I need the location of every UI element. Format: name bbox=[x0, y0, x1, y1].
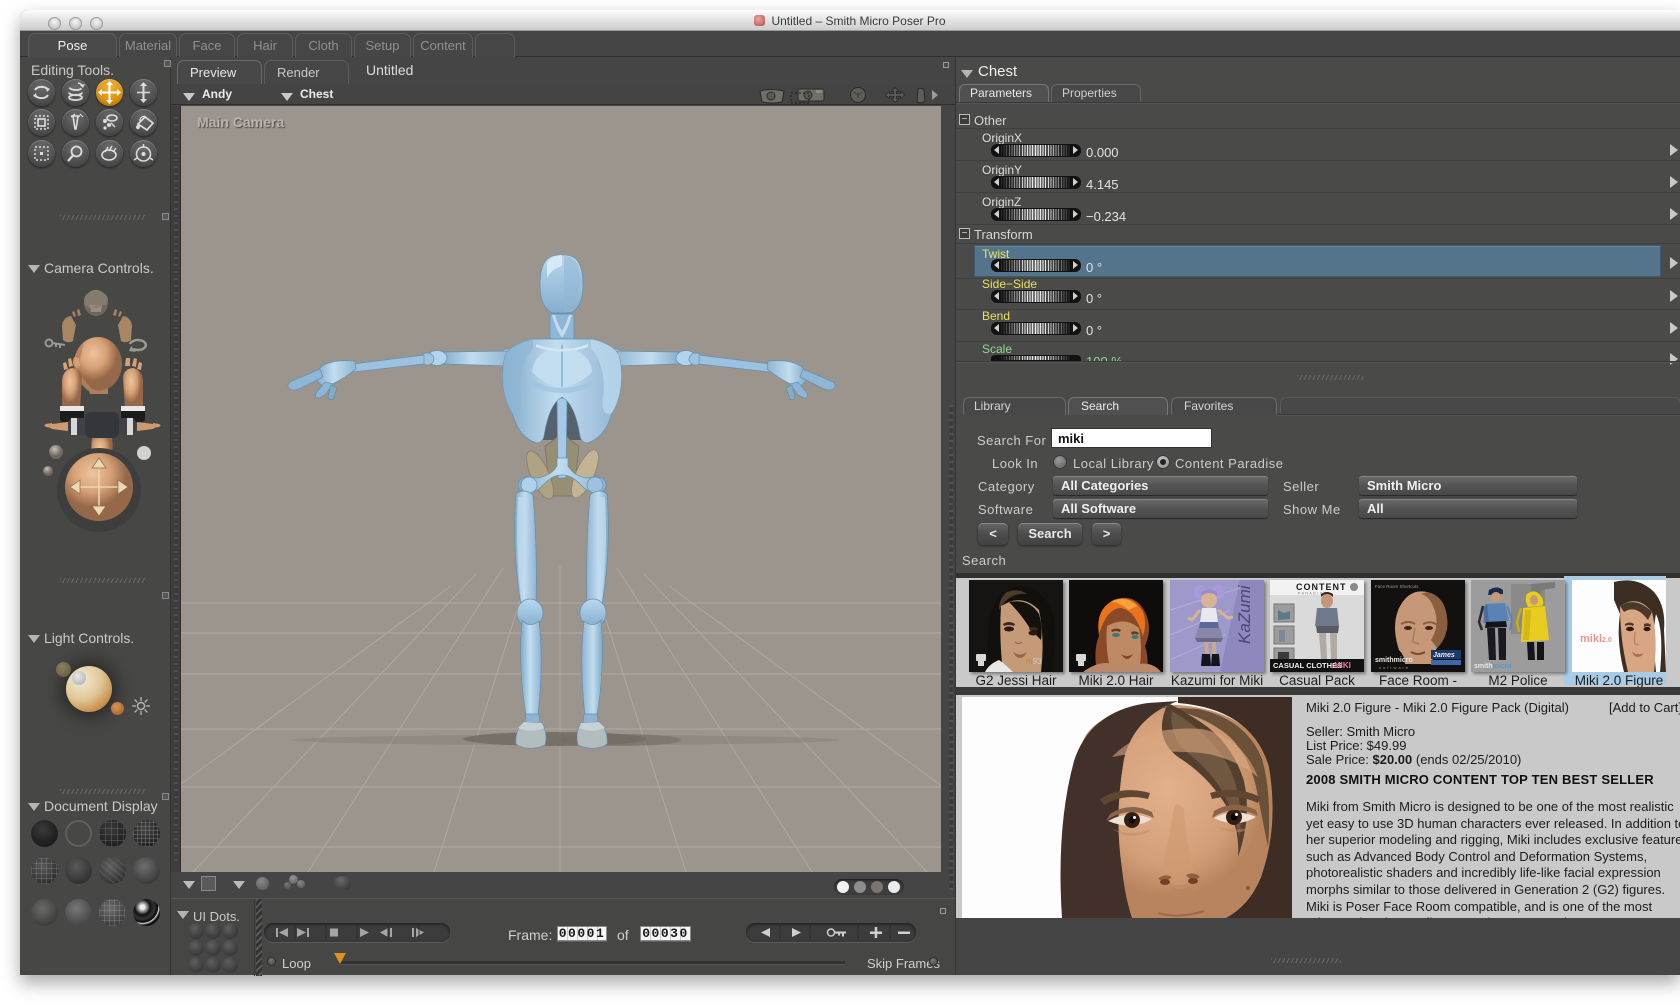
svg-text:smithmicro: smithmicro bbox=[1375, 657, 1413, 664]
svg-text:CASUAL CLOTHES: CASUAL CLOTHES bbox=[1273, 661, 1342, 670]
svg-text:James: James bbox=[1433, 652, 1455, 659]
svg-text:smithmicro: smithmicro bbox=[1474, 663, 1512, 670]
svg-text:CONTENT: CONTENT bbox=[1296, 582, 1347, 592]
svg-text:MIKI: MIKI bbox=[1334, 661, 1351, 670]
svg-text:m93: m93 bbox=[1026, 657, 1042, 666]
svg-text:KaZumi: KaZumi bbox=[1235, 584, 1254, 644]
svg-text:software: software bbox=[1379, 665, 1410, 670]
svg-text:Face Room Shortcuts: Face Room Shortcuts bbox=[1375, 584, 1419, 589]
